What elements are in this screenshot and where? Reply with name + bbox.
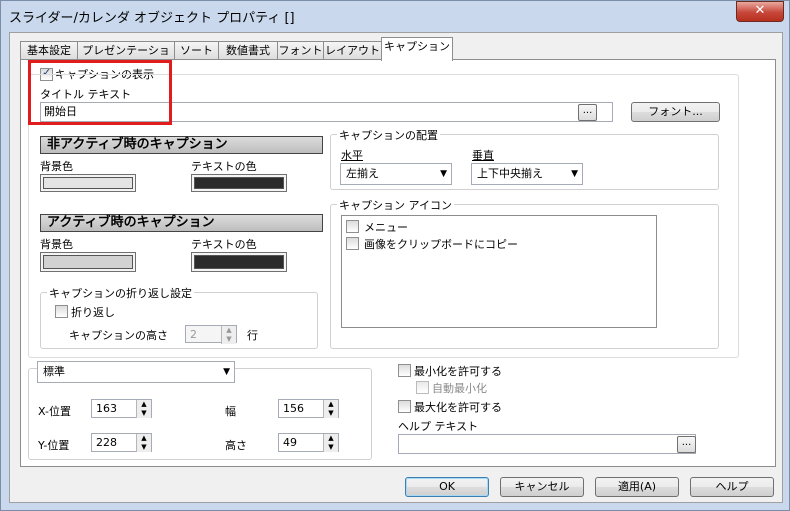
active-text-color-label: テキストの色 — [191, 238, 257, 251]
allow-minimize-label: 最小化を許可する — [414, 365, 502, 378]
height-value: 49 — [283, 436, 297, 449]
cancel-button[interactable]: キャンセル — [500, 477, 584, 497]
vertical-alignment-chevron-down-icon: ▼ — [571, 169, 578, 179]
inactive-bg-color-label: 背景色 — [40, 160, 73, 173]
font-button[interactable]: フォント... — [631, 102, 720, 122]
vertical-alignment-value: 上下中央揃え — [477, 167, 543, 180]
horizontal-alignment-chevron-down-icon: ▼ — [440, 169, 447, 179]
y-position-stepper[interactable]: 228 ▲ ▼ — [91, 433, 152, 452]
caption-alignment-group-label: キャプションの配置 — [337, 127, 440, 143]
auto-minimize-checkbox[interactable] — [416, 381, 429, 394]
x-position-down-icon[interactable]: ▼ — [136, 409, 151, 418]
size-mode-value: 標準 — [43, 365, 65, 378]
help-text-browse-button[interactable]: ... — [677, 436, 696, 453]
y-position-label: Y-位置 — [38, 439, 70, 452]
height-stepper[interactable]: 49 ▲ ▼ — [278, 433, 339, 452]
help-button[interactable]: ヘルプ — [690, 477, 774, 497]
x-position-value: 163 — [96, 402, 117, 415]
icon-option-menu-label: メニュー — [364, 221, 408, 234]
allow-maximize-label: 最大化を許可する — [414, 401, 502, 414]
title-text-browse-button[interactable]: ... — [578, 104, 597, 121]
active-bg-color-fill — [43, 255, 133, 269]
highlight-annotation-box — [28, 60, 172, 125]
allow-minimize-checkbox[interactable] — [398, 364, 411, 377]
width-stepper[interactable]: 156 ▲ ▼ — [278, 399, 339, 418]
size-position-group: 標準 ▼ X-位置 163 ▲ ▼ 幅 156 ▲ ▼ Y-位置 228 ▲ ▼… — [28, 361, 372, 460]
tab-presentation[interactable]: プレゼンテーション — [77, 41, 175, 75]
help-text-label: ヘルプ テキスト — [398, 420, 479, 433]
y-position-value: 228 — [96, 436, 117, 449]
active-bg-color-swatch[interactable] — [40, 252, 136, 272]
x-position-stepper[interactable]: 163 ▲ ▼ — [91, 399, 152, 418]
active-text-color-fill — [194, 255, 284, 269]
inactive-text-color-swatch[interactable] — [191, 174, 287, 192]
title-bar[interactable]: スライダー/カレンダ オブジェクト プロパティ [] ✕ — [1, 1, 789, 31]
icon-option-menu-checkbox[interactable] — [346, 220, 359, 233]
caption-height-stepper[interactable]: 2 ▲ ▼ — [185, 325, 237, 344]
caption-alignment-group: キャプションの配置 水平 垂直 左揃え ▼ 上下中央揃え ▼ — [330, 127, 719, 190]
y-position-down-icon[interactable]: ▼ — [136, 443, 151, 452]
ok-button[interactable]: OK — [405, 477, 489, 497]
tab-number-format[interactable]: 数値書式 — [218, 41, 278, 60]
tab-layout[interactable]: レイアウト — [323, 41, 382, 60]
apply-button[interactable]: 適用(A) — [595, 477, 679, 497]
caption-height-label: キャプションの高さ — [69, 329, 168, 342]
caption-height-down-icon[interactable]: ▼ — [221, 335, 236, 344]
tab-sort[interactable]: ソート — [174, 41, 219, 60]
caption-icons-group-label: キャプション アイコン — [337, 197, 454, 213]
active-caption-header: アクティブ時のキャプション — [40, 214, 323, 232]
help-text-input[interactable] — [398, 434, 696, 454]
horizontal-alignment-select[interactable]: 左揃え ▼ — [340, 163, 452, 185]
inactive-text-color-fill — [194, 177, 284, 189]
wrap-checkbox[interactable] — [55, 305, 68, 318]
caption-icons-list[interactable]: メニュー 画像をクリップボードにコピー — [341, 215, 657, 328]
auto-minimize-label: 自動最小化 — [432, 382, 487, 395]
caption-height-unit: 行 — [247, 329, 258, 342]
horizontal-alignment-value: 左揃え — [346, 167, 379, 180]
height-down-icon[interactable]: ▼ — [323, 443, 338, 452]
tab-font[interactable]: フォント — [277, 41, 324, 60]
caption-icons-group: キャプション アイコン メニュー 画像をクリップボードにコピー — [330, 197, 719, 349]
inactive-caption-header: 非アクティブ時のキャプション — [40, 136, 323, 154]
width-down-icon[interactable]: ▼ — [323, 409, 338, 418]
vertical-label: 垂直 — [472, 149, 494, 162]
allow-maximize-checkbox[interactable] — [398, 400, 411, 413]
height-label: 高さ — [225, 439, 247, 452]
caption-wrap-group-label: キャプションの折り返し設定 — [47, 285, 194, 301]
width-label: 幅 — [225, 405, 236, 418]
close-button[interactable]: ✕ — [736, 1, 784, 22]
tab-caption[interactable]: キャプション — [381, 37, 453, 61]
size-mode-chevron-down-icon: ▼ — [223, 367, 230, 377]
icon-option-copy-checkbox[interactable] — [346, 237, 359, 250]
inactive-bg-color-swatch[interactable] — [40, 174, 136, 192]
size-mode-select[interactable]: 標準 ▼ — [37, 361, 235, 383]
x-position-label: X-位置 — [38, 405, 71, 418]
active-text-color-swatch[interactable] — [191, 252, 287, 272]
caption-height-value: 2 — [190, 328, 197, 341]
width-value: 156 — [283, 402, 304, 415]
active-bg-color-label: 背景色 — [40, 238, 73, 251]
tab-basic-settings[interactable]: 基本設定 — [20, 41, 78, 60]
window-title: スライダー/カレンダ オブジェクト プロパティ [] — [9, 11, 295, 26]
vertical-alignment-select[interactable]: 上下中央揃え ▼ — [471, 163, 583, 185]
wrap-label: 折り返し — [71, 306, 115, 319]
inactive-bg-color-fill — [43, 177, 133, 189]
horizontal-label: 水平 — [341, 149, 363, 162]
inactive-text-color-label: テキストの色 — [191, 160, 257, 173]
icon-option-copy-label: 画像をクリップボードにコピー — [364, 238, 518, 251]
caption-wrap-group: キャプションの折り返し設定 折り返し キャプションの高さ 2 ▲ ▼ 行 — [40, 285, 318, 349]
